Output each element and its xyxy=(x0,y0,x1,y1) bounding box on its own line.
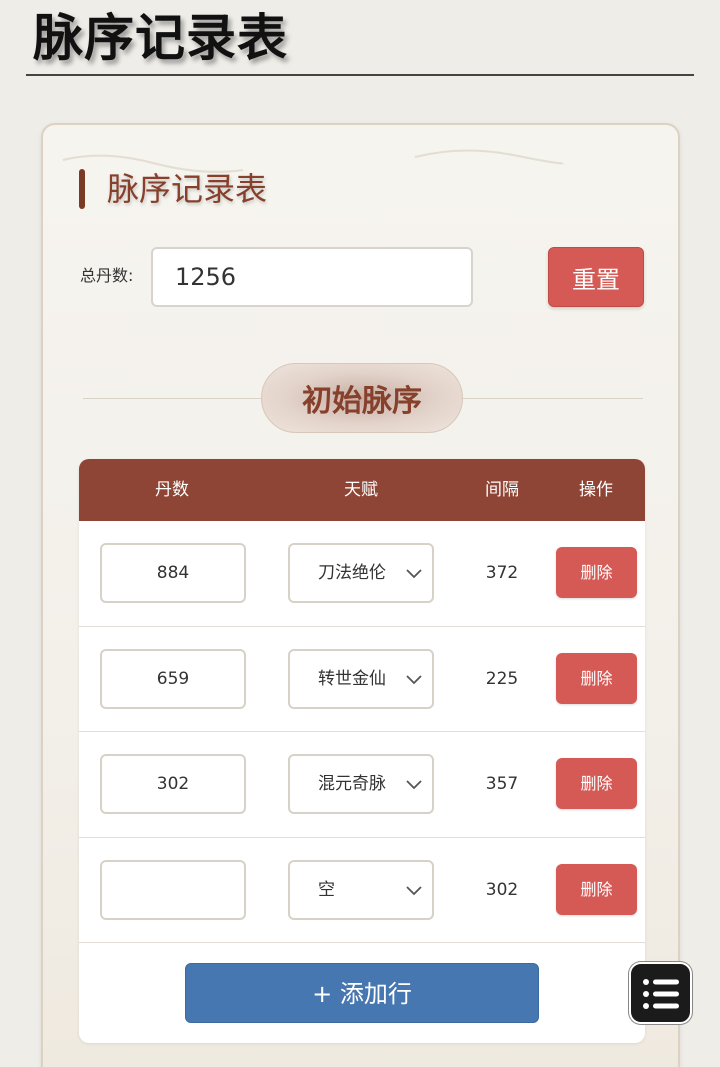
dan-input[interactable]: 884 xyxy=(100,543,246,603)
total-dan-input[interactable]: 1256 xyxy=(151,247,473,307)
record-card: 脉序记录表 总丹数: 1256 重置 初始脉序 丹数 天赋 间隔 操作 884 … xyxy=(41,123,680,1067)
table-row: 659 转世金仙 225 删除 xyxy=(79,627,645,732)
list-icon xyxy=(643,979,679,1009)
delete-button[interactable]: 删除 xyxy=(556,547,637,598)
talent-select-value: 转世金仙 xyxy=(318,668,386,689)
talent-select-value: 刀法绝伦 xyxy=(318,563,386,583)
section-accent-bar xyxy=(79,169,85,209)
delete-button[interactable]: 删除 xyxy=(556,758,637,809)
dan-input[interactable]: 659 xyxy=(100,648,246,709)
interval-value: 357 xyxy=(485,774,519,794)
delete-button[interactable]: 删除 xyxy=(556,652,637,704)
interval-value: 302 xyxy=(485,879,519,900)
total-dan-value: 1256 xyxy=(175,263,237,291)
menu-fab-button[interactable] xyxy=(629,962,692,1024)
interval-value: 372 xyxy=(485,563,519,583)
interval-value: 225 xyxy=(485,668,519,689)
initial-sequence-badge: 初始脉序 xyxy=(261,363,463,433)
dan-input[interactable]: 302 xyxy=(100,754,246,814)
sequence-table: 丹数 天赋 间隔 操作 884 刀法绝伦 372 删除 659 转世金仙 225… xyxy=(79,459,645,1043)
header-dan: 丹数 xyxy=(155,480,189,500)
reset-button[interactable]: 重置 xyxy=(548,247,644,307)
talent-select[interactable]: 空 xyxy=(288,859,434,920)
add-row-button[interactable]: + 添加行 xyxy=(185,963,539,1023)
total-dan-label: 总丹数: xyxy=(80,266,134,285)
header-talent: 天赋 xyxy=(344,480,378,500)
chevron-down-icon xyxy=(406,674,422,684)
table-row: 空 302 删除 xyxy=(79,838,645,943)
talent-select[interactable]: 混元奇脉 xyxy=(288,754,434,814)
table-header: 丹数 天赋 间隔 操作 xyxy=(79,459,645,521)
talent-select[interactable]: 转世金仙 xyxy=(288,648,434,709)
title-divider xyxy=(26,74,694,76)
page-title: 脉序记录表 xyxy=(33,9,288,67)
delete-button[interactable]: 删除 xyxy=(556,863,637,915)
header-interval: 间隔 xyxy=(485,480,519,500)
header-action: 操作 xyxy=(579,480,613,500)
table-row: 884 刀法绝伦 372 删除 xyxy=(79,521,645,627)
talent-select[interactable]: 刀法绝伦 xyxy=(288,543,434,603)
table-row: 302 混元奇脉 357 删除 xyxy=(79,732,645,838)
talent-select-value: 空 xyxy=(318,879,335,900)
chevron-down-icon xyxy=(406,885,422,895)
chevron-down-icon xyxy=(406,569,422,579)
section-title: 脉序记录表 xyxy=(107,170,268,208)
chevron-down-icon xyxy=(406,780,422,790)
talent-select-value: 混元奇脉 xyxy=(318,774,386,794)
dan-input[interactable] xyxy=(100,859,246,920)
